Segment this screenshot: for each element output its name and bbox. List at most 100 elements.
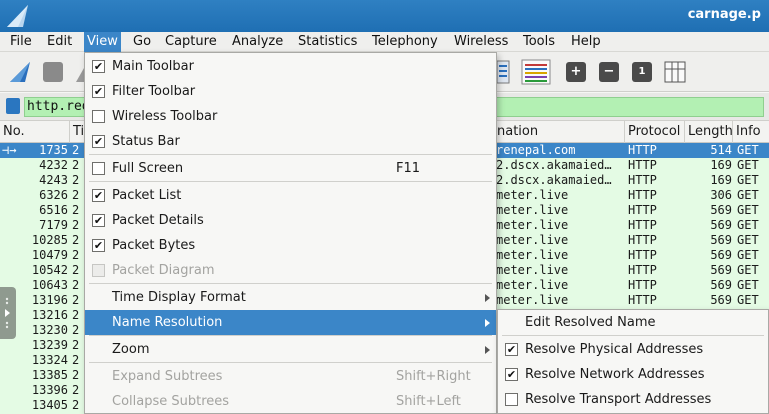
menu-packet-list[interactable]: ✔ Packet List bbox=[85, 183, 496, 208]
packet-list-checkbox[interactable]: ✔ bbox=[92, 189, 105, 202]
packet-cell-info: GET bbox=[737, 188, 759, 202]
shortcut-label: Shift+Left bbox=[396, 394, 461, 409]
main-toolbar-checkbox[interactable]: ✔ bbox=[92, 60, 105, 73]
packet-cell-no: 13324 bbox=[31, 353, 68, 367]
column-info[interactable]: Info bbox=[733, 121, 769, 143]
menu-resolve-physical[interactable]: ✔ Resolve Physical Addresses bbox=[498, 337, 768, 362]
menu-packet-bytes[interactable]: ✔ Packet Bytes bbox=[85, 233, 496, 258]
packet-cell-info: GET bbox=[737, 233, 759, 247]
menu-item-label: Name Resolution bbox=[112, 315, 223, 330]
filter-toolbar-checkbox[interactable]: ✔ bbox=[92, 85, 105, 98]
menu-help[interactable]: Help bbox=[568, 32, 604, 52]
packet-bytes-checkbox[interactable]: ✔ bbox=[92, 239, 105, 252]
zoom-in-icon[interactable]: + bbox=[566, 62, 586, 82]
packet-details-checkbox[interactable]: ✔ bbox=[92, 214, 105, 227]
packet-cell-no: 10479 bbox=[31, 248, 68, 262]
menu-view[interactable]: View bbox=[84, 32, 121, 52]
menu-file[interactable]: File bbox=[7, 32, 35, 52]
packet-cell-dest: meter.live bbox=[496, 188, 569, 202]
packet-cell-proto: HTTP bbox=[628, 143, 657, 157]
menu-capture[interactable]: Capture bbox=[162, 32, 220, 52]
packet-cell-proto: HTTP bbox=[628, 203, 657, 217]
packet-cell-no: 4232 bbox=[39, 158, 68, 172]
menu-wireless-toolbar[interactable]: Wireless Toolbar bbox=[85, 104, 496, 129]
menu-item-label: Packet Bytes bbox=[112, 238, 196, 253]
menu-analyze[interactable]: Analyze bbox=[229, 32, 286, 52]
packet-cell-no: 6326 bbox=[39, 188, 68, 202]
bookmark-icon[interactable] bbox=[6, 98, 20, 114]
full-screen-checkbox[interactable] bbox=[92, 162, 105, 175]
menu-item-label: Filter Toolbar bbox=[112, 84, 196, 99]
menu-item-label: Packet List bbox=[112, 188, 182, 203]
packet-cell-no: 13239 bbox=[31, 338, 68, 352]
menu-separator bbox=[89, 335, 492, 336]
stop-capture-icon[interactable] bbox=[43, 62, 63, 82]
view-menu-dropdown: ✔ Main Toolbar ✔ Filter Toolbar Wireless… bbox=[84, 52, 497, 414]
packet-cell-len: 306 bbox=[710, 188, 732, 202]
resize-columns-icon[interactable] bbox=[664, 60, 686, 84]
packet-cell-proto: HTTP bbox=[628, 233, 657, 247]
menu-main-toolbar[interactable]: ✔ Main Toolbar bbox=[85, 54, 496, 79]
wireless-toolbar-checkbox[interactable] bbox=[92, 110, 105, 123]
resolve-network-checkbox[interactable]: ✔ bbox=[505, 368, 518, 381]
packet-cell-dest: meter.live bbox=[496, 278, 569, 292]
menu-item-label: Collapse Subtrees bbox=[112, 394, 230, 409]
menu-telephony[interactable]: Telephony bbox=[369, 32, 441, 52]
menu-item-label: Zoom bbox=[112, 342, 150, 357]
menu-time-display-format[interactable]: Time Display Format bbox=[85, 285, 496, 310]
start-capture-icon[interactable] bbox=[8, 60, 32, 84]
menu-bar: File Edit View Go Capture Analyze Statis… bbox=[0, 32, 769, 52]
menu-separator bbox=[502, 335, 764, 336]
packet-cell-dest: 2.dscx.akamaied… bbox=[496, 173, 612, 187]
packet-cell-dest: meter.live bbox=[496, 248, 569, 262]
packet-cell-dest: meter.live bbox=[496, 203, 569, 217]
menu-item-label: Wireless Toolbar bbox=[112, 109, 218, 124]
column-protocol[interactable]: Protocol bbox=[625, 121, 685, 143]
packet-cell-info: GET bbox=[737, 143, 759, 157]
packet-cell-info: GET bbox=[737, 173, 759, 187]
menu-packet-details[interactable]: ✔ Packet Details bbox=[85, 208, 496, 233]
menu-edit-resolved-name[interactable]: Edit Resolved Name bbox=[498, 310, 768, 335]
name-resolution-submenu: Edit Resolved Name ✔ Resolve Physical Ad… bbox=[497, 309, 769, 414]
menu-filter-toolbar[interactable]: ✔ Filter Toolbar bbox=[85, 79, 496, 104]
menu-tools[interactable]: Tools bbox=[520, 32, 558, 52]
packet-cell-dest: meter.live bbox=[496, 233, 569, 247]
packet-cell-len: 169 bbox=[710, 158, 732, 172]
column-destination[interactable]: nation bbox=[494, 121, 625, 143]
packet-cell-len: 569 bbox=[710, 263, 732, 277]
menu-statistics[interactable]: Statistics bbox=[295, 32, 360, 52]
menu-separator bbox=[89, 181, 492, 182]
menu-resolve-transport[interactable]: Resolve Transport Addresses bbox=[498, 387, 768, 412]
packet-cell-proto: HTTP bbox=[628, 218, 657, 232]
side-panel-handle[interactable] bbox=[0, 287, 16, 339]
auto-scroll-icon[interactable] bbox=[521, 59, 551, 85]
packet-cell-info: GET bbox=[737, 293, 759, 307]
menu-full-screen[interactable]: Full Screen F11 bbox=[85, 156, 496, 181]
packet-cell-len: 169 bbox=[710, 173, 732, 187]
packet-cell-info: GET bbox=[737, 203, 759, 217]
related-packet-arrow-icon: ⊣→ bbox=[2, 143, 17, 157]
menu-item-label: Time Display Format bbox=[112, 290, 246, 305]
column-length[interactable]: Length bbox=[685, 121, 733, 143]
packet-cell-info: GET bbox=[737, 248, 759, 262]
menu-item-label: Full Screen bbox=[112, 161, 184, 176]
packet-cell-proto: HTTP bbox=[628, 293, 657, 307]
column-no[interactable]: No. bbox=[0, 121, 70, 143]
resolve-physical-checkbox[interactable]: ✔ bbox=[505, 343, 518, 356]
menu-name-resolution[interactable]: Name Resolution bbox=[85, 310, 496, 335]
menu-resolve-network[interactable]: ✔ Resolve Network Addresses bbox=[498, 362, 768, 387]
menu-zoom[interactable]: Zoom bbox=[85, 337, 496, 362]
menu-status-bar[interactable]: ✔ Status Bar bbox=[85, 129, 496, 154]
resolve-transport-checkbox[interactable] bbox=[505, 393, 518, 406]
menu-separator bbox=[89, 283, 492, 284]
colorize-packet-list-icon[interactable] bbox=[497, 59, 511, 85]
zoom-out-icon[interactable]: − bbox=[599, 62, 619, 82]
menu-wireless[interactable]: Wireless bbox=[451, 32, 511, 52]
zoom-normal-icon[interactable]: 1 bbox=[632, 62, 652, 82]
packet-cell-info: GET bbox=[737, 278, 759, 292]
submenu-arrow-icon bbox=[485, 346, 490, 354]
menu-go[interactable]: Go bbox=[130, 32, 154, 52]
restart-capture-icon[interactable] bbox=[74, 60, 84, 84]
menu-edit[interactable]: Edit bbox=[44, 32, 75, 52]
status-bar-checkbox[interactable]: ✔ bbox=[92, 135, 105, 148]
